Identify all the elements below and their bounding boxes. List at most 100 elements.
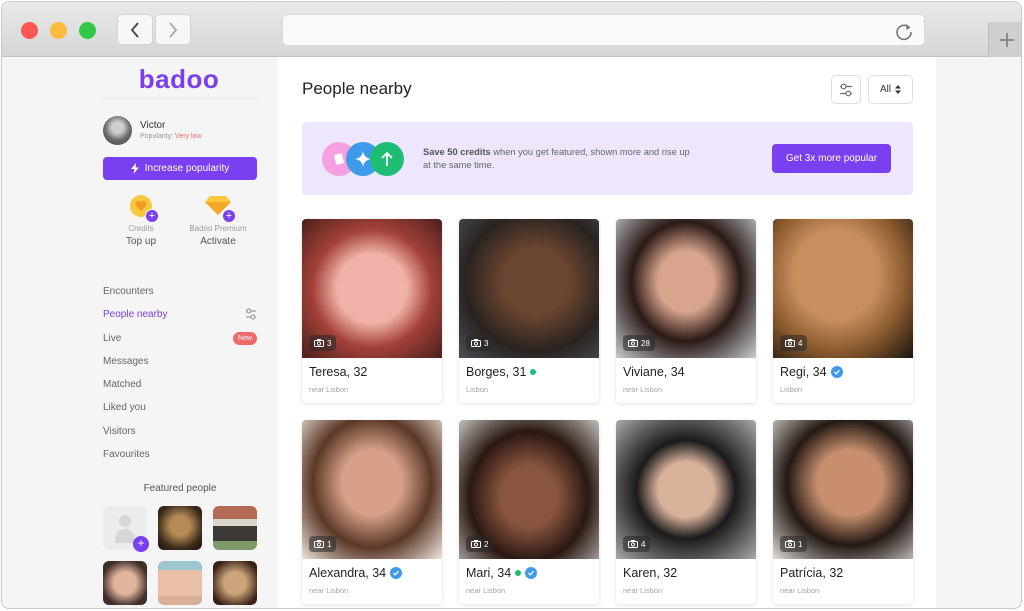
filter-sliders-icon[interactable]: [245, 308, 257, 320]
top-up-link[interactable]: Top up: [101, 236, 181, 247]
page-title: People nearby: [302, 79, 412, 98]
person-card[interactable]: 3 Teresa, 32 near Lisbon: [302, 219, 442, 403]
sidebar-item-label: Live: [103, 332, 122, 344]
photo-count: 28: [641, 338, 650, 348]
badoo-logo[interactable]: badoo: [102, 64, 256, 96]
reload-icon[interactable]: [894, 21, 914, 41]
back-button[interactable]: [117, 14, 153, 45]
featured-person-photo[interactable]: [213, 561, 257, 605]
featured-person-photo[interactable]: [158, 561, 202, 605]
person-photo[interactable]: 3: [459, 219, 599, 358]
browser-window: badoo Victor Popularity: Very low Increa…: [1, 1, 1022, 609]
add-featured-button[interactable]: +: [103, 506, 149, 552]
person-photo[interactable]: 28: [616, 219, 756, 358]
person-name: Patrícia, 32: [780, 566, 844, 580]
coin-heart-icon: +: [128, 194, 159, 223]
person-photo[interactable]: 1: [773, 420, 913, 559]
lightning-icon: [130, 163, 139, 174]
person-card[interactable]: 4 Karen, 32 near Lisbon: [616, 420, 756, 604]
sidebar-item-label: Encounters: [103, 286, 154, 297]
photo-count-badge: 3: [309, 335, 337, 351]
popularity-value: Very low: [175, 133, 202, 140]
promo-text: Save 50 credits when you get featured, s…: [423, 146, 693, 172]
plus-icon: +: [145, 209, 159, 223]
person-name: Mari, 34: [466, 566, 512, 580]
camera-icon: [628, 339, 638, 347]
page-gutter: [936, 57, 1021, 608]
person-location: Lisbon: [780, 385, 803, 394]
increase-popularity-button[interactable]: Increase popularity: [103, 157, 257, 180]
featured-person-photo[interactable]: [158, 506, 202, 550]
user-avatar[interactable]: [103, 116, 132, 145]
person-silhouette-icon: [115, 515, 135, 543]
credits-label: Credits: [128, 224, 154, 233]
user-name[interactable]: Victor: [140, 120, 165, 131]
credits-perk[interactable]: + Credits Top up: [101, 194, 181, 247]
person-name: Teresa, 32: [309, 365, 368, 379]
popularity-label: Popularity:: [140, 133, 174, 140]
promo-icons: [322, 142, 412, 176]
sidebar-item-label: Matched: [103, 379, 142, 391]
sidebar-item-matched[interactable]: Matched: [103, 376, 257, 399]
verified-check-icon: [390, 567, 403, 579]
person-location: near Lisbon: [623, 385, 663, 394]
person-photo[interactable]: 2: [459, 420, 599, 559]
sidebar-item-encounters[interactable]: Encounters: [103, 283, 257, 306]
sidebar-item-people-nearby[interactable]: People nearby: [103, 306, 257, 329]
forward-button[interactable]: [155, 14, 191, 45]
filter-sliders-icon: [840, 83, 852, 96]
person-card[interactable]: 1 Patrícia, 32 near Lisbon: [773, 420, 913, 604]
person-card[interactable]: 3 Borges, 31 Lisbon: [459, 219, 599, 403]
person-card[interactable]: 28 Viviane, 34 near Lisbon: [616, 219, 756, 403]
sidebar-item-favourites[interactable]: Favourites: [103, 446, 257, 469]
sidebar-item-messages[interactable]: Messages: [103, 353, 257, 376]
person-photo[interactable]: 3: [302, 219, 442, 358]
chevron-left-icon: [130, 21, 139, 38]
sidebar-item-label: Liked you: [103, 402, 146, 414]
plus-icon: [999, 33, 1014, 47]
address-bar[interactable]: [282, 14, 925, 46]
person-name-row: Mari, 34: [466, 566, 538, 580]
camera-icon: [785, 540, 795, 548]
person-name: Regi, 34: [780, 365, 827, 379]
new-tab-button[interactable]: [988, 22, 1021, 58]
show-filter-select[interactable]: All: [868, 75, 913, 104]
people-grid: 3 Teresa, 32 near Lisbon 3 Borges, 31 Li…: [302, 219, 913, 604]
online-indicator: [515, 570, 522, 576]
maximize-window-button[interactable]: [79, 22, 96, 39]
person-location: near Lisbon: [309, 385, 349, 394]
person-photo[interactable]: 1: [302, 420, 442, 559]
person-location: near Lisbon: [780, 586, 820, 595]
plus-icon: +: [133, 536, 149, 552]
sidebar-item-visitors[interactable]: Visitors: [103, 423, 257, 446]
minimize-window-button[interactable]: [50, 22, 67, 39]
person-card[interactable]: 2 Mari, 34 near Lisbon: [459, 420, 599, 604]
person-name-row: Borges, 31: [466, 365, 537, 379]
sidebar-item-live[interactable]: Live New: [103, 330, 257, 353]
photo-count: 4: [641, 539, 646, 549]
activate-link[interactable]: Activate: [178, 236, 258, 247]
person-card[interactable]: 4 Regi, 34 Lisbon: [773, 219, 913, 403]
user-popularity: Popularity: Very low: [140, 133, 202, 140]
close-window-button[interactable]: [21, 22, 38, 39]
photo-count-badge: 28: [623, 335, 655, 351]
camera-icon: [314, 540, 324, 548]
featured-person-photo[interactable]: [213, 506, 257, 550]
sidebar-item-liked-you[interactable]: Liked you: [103, 399, 257, 422]
featured-person-photo[interactable]: [103, 561, 147, 605]
get-more-popular-button[interactable]: Get 3x more popular: [772, 144, 891, 173]
premium-perk[interactable]: + Badoo Premium Activate: [178, 194, 258, 247]
person-name: Viviane, 34: [623, 365, 685, 379]
sidebar: badoo Victor Popularity: Very low Increa…: [2, 57, 278, 608]
camera-icon: [785, 339, 795, 347]
photo-count: 4: [798, 338, 803, 348]
person-location: near Lisbon: [623, 586, 663, 595]
verified-check-icon: [525, 567, 538, 579]
photo-count: 3: [484, 338, 489, 348]
person-photo[interactable]: 4: [773, 219, 913, 358]
filter-button[interactable]: [831, 75, 861, 104]
person-card[interactable]: 1 Alexandra, 34 near Lisbon: [302, 420, 442, 604]
camera-icon: [471, 540, 481, 548]
person-photo[interactable]: 4: [616, 420, 756, 559]
featured-people-title: Featured people: [143, 483, 217, 494]
